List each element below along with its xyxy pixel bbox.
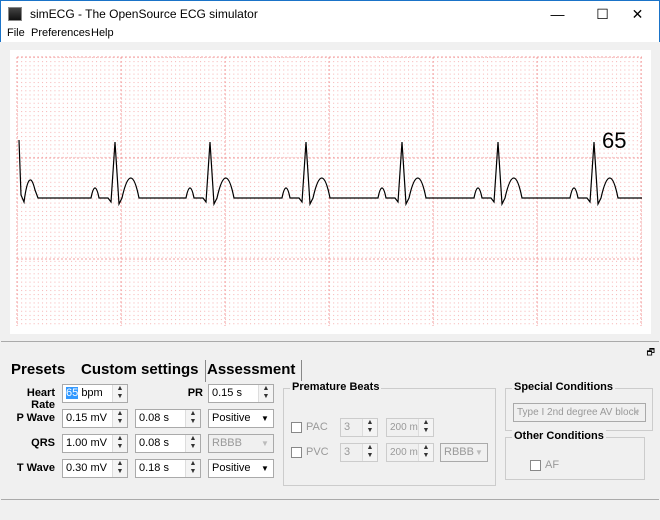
heart-rate-unit: bpm (81, 387, 103, 399)
other-conditions-group: Other Conditions AF (505, 430, 645, 480)
chevron-down-icon: ▼ (475, 448, 483, 457)
menu-bar: File Preferences Help (0, 26, 660, 42)
tab-custom-settings[interactable]: Custom settings (75, 360, 206, 382)
af-checkbox[interactable] (530, 460, 541, 471)
t-wave-amplitude[interactable]: 0.30 mV ▲ ▼ (62, 459, 128, 478)
settings-panel: 🗗 Presets Custom settings Assessment Hea… (1, 343, 659, 519)
chevron-down-icon: ▼ (261, 439, 269, 448)
pvc-morphology-select: RBBB ▼ (440, 443, 488, 462)
pvc-checkbox[interactable] (291, 447, 302, 458)
heart-rate-spinner[interactable]: 65 bpm ▲ ▼ (62, 384, 128, 403)
menu-file[interactable]: File (7, 27, 25, 39)
pvc-interval: 200 ms ▲ ▼ (386, 443, 434, 462)
p-wave-polarity-select[interactable]: Positive ▼ (208, 409, 274, 428)
chevron-down-icon: ▼ (261, 414, 269, 423)
premature-beats-group: Premature Beats PAC 3 ▲ ▼ 200 ms ▲ ▼ PVC 3 ▲ ▼… (283, 381, 496, 486)
title-bar: simECG - The OpenSource ECG simulator — … (0, 0, 660, 26)
menu-help[interactable]: Help (91, 27, 114, 39)
t-wave-duration[interactable]: 0.18 s ▲ ▼ (135, 459, 201, 478)
pac-label: PAC (306, 421, 328, 433)
af-label: AF (545, 459, 560, 471)
app-icon (8, 7, 22, 21)
special-conditions-title: Special Conditions (512, 381, 616, 393)
heart-rate-value[interactable]: 65 (66, 387, 79, 399)
t-wave-polarity-select[interactable]: Positive ▼ (208, 459, 274, 478)
pr-spinner[interactable]: 0.15 s ▲ ▼ (208, 384, 274, 403)
window-title: simECG - The OpenSource ECG simulator (30, 7, 258, 21)
chevron-down-icon: ▼ (261, 464, 269, 473)
qrs-duration[interactable]: 0.08 s ▲ ▼ (135, 434, 201, 453)
t-wave-label: T Wave (16, 462, 55, 474)
chevron-down-icon: ▼ (633, 408, 641, 417)
qrs-label: QRS (31, 437, 55, 449)
p-wave-amplitude[interactable]: 0.15 mV ▲ ▼ (62, 409, 128, 428)
pac-checkbox[interactable] (291, 422, 302, 433)
minimize-button[interactable]: — (535, 1, 580, 27)
special-conditions-select: Type I 2nd degree AV block ▼ (513, 403, 646, 422)
status-bar (1, 499, 659, 519)
heart-rate-display: 65 (602, 128, 627, 153)
other-conditions-title: Other Conditions (512, 430, 606, 442)
heart-rate-label: Heart Rate (26, 387, 55, 411)
pvc-label: PVC (306, 446, 329, 458)
pr-label: PR (187, 387, 203, 399)
premature-beats-title: Premature Beats (290, 381, 382, 393)
tab-assessment[interactable]: Assessment (201, 360, 303, 382)
p-wave-duration[interactable]: 0.08 s ▲ ▼ (135, 409, 201, 428)
ecg-monitor: 65 (10, 50, 651, 334)
ecg-area: 65 (1, 42, 659, 342)
pac-count: 3 ▲ ▼ (340, 418, 378, 437)
pvc-count: 3 ▲ ▼ (340, 443, 378, 462)
restore-window-icon[interactable]: 🗗 (647, 345, 655, 361)
tab-presets[interactable]: Presets (5, 360, 71, 382)
special-conditions-group: Special Conditions Type I 2nd degree AV … (505, 381, 653, 431)
p-wave-label: P Wave (16, 412, 55, 424)
menu-preferences[interactable]: Preferences (31, 27, 90, 39)
ecg-svg (16, 56, 642, 326)
pac-interval: 200 ms ▲ ▼ (386, 418, 434, 437)
close-button[interactable]: ✕ (615, 1, 660, 27)
qrs-amplitude[interactable]: 1.00 mV ▲ ▼ (62, 434, 128, 453)
qrs-morphology-select: RBBB ▼ (208, 434, 274, 453)
